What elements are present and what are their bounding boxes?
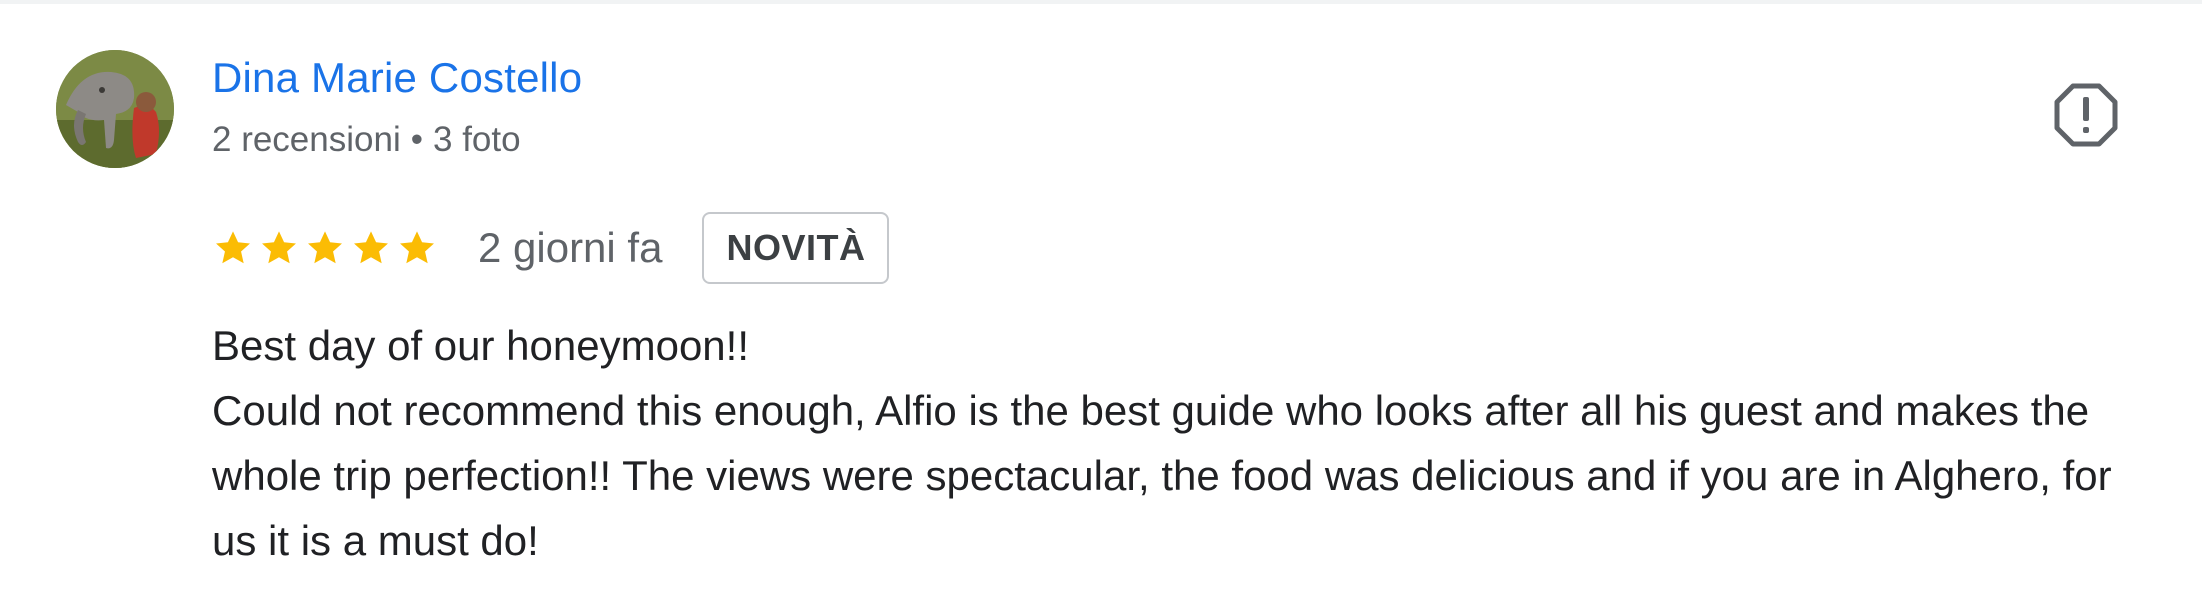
star-rating: [212, 227, 438, 269]
avatar-photo: [56, 50, 174, 168]
new-badge: NOVITÀ: [702, 212, 890, 284]
star-icon: [308, 231, 342, 264]
star-icon: [262, 231, 296, 264]
review-text-line: Could not recommend this enough, Alfio i…: [212, 387, 2112, 564]
avatar[interactable]: [56, 50, 174, 168]
report-icon[interactable]: [2053, 82, 2119, 148]
review-date: 2 giorni fa: [478, 224, 663, 271]
rating-row: 2 giorni fa NOVITÀ: [212, 210, 890, 286]
star-icon: [400, 231, 434, 264]
photos-count: 3 foto: [433, 120, 521, 159]
review-card: Dina Marie Costello 2 recensioni • 3 foto …: [0, 0, 2202, 600]
review-text-line: Best day of our honeymoon!!: [212, 322, 749, 369]
star-icon: [354, 231, 388, 264]
star-icon: [216, 231, 250, 264]
reviews-count: 2 recensioni: [212, 120, 401, 159]
meta-separator: •: [410, 120, 423, 159]
review-text: Best day of our honeymoon!! Could not re…: [212, 313, 2112, 573]
author-name[interactable]: Dina Marie Costello: [212, 54, 582, 102]
author-meta: 2 recensioni • 3 foto: [212, 120, 521, 160]
